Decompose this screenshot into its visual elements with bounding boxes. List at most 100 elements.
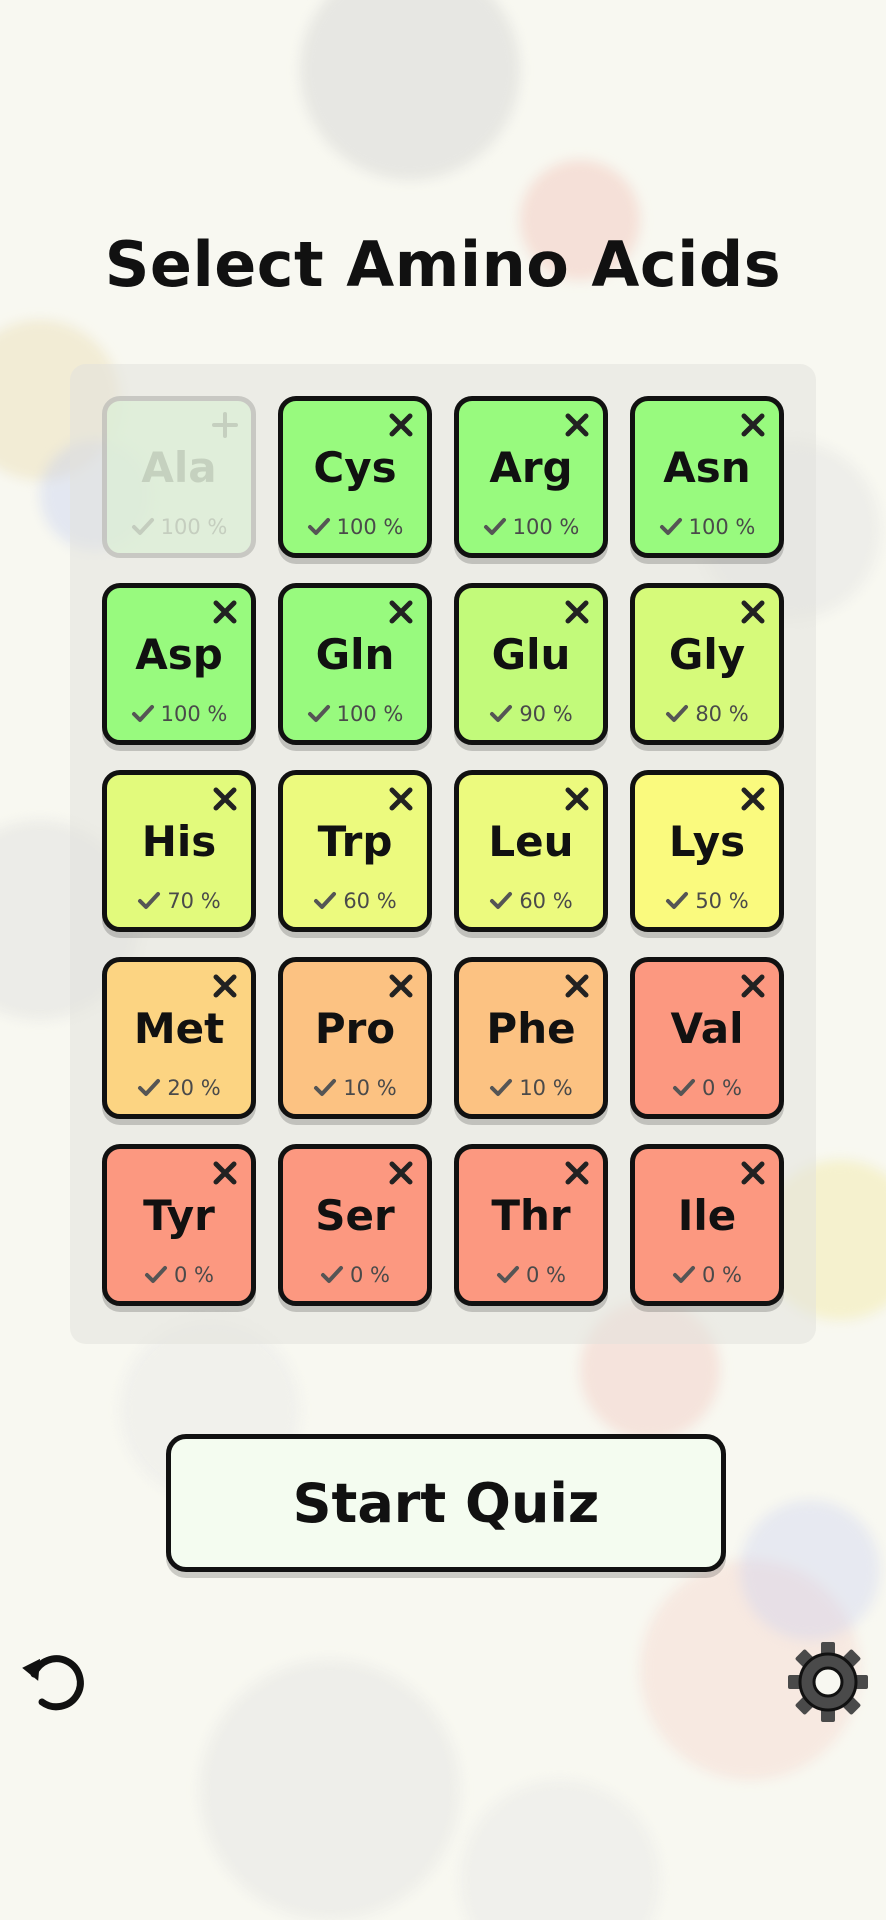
amino-acid-score: 0 %: [459, 1263, 603, 1287]
check-icon: [490, 892, 513, 909]
amino-acid-score: 50 %: [635, 889, 779, 913]
close-icon[interactable]: [211, 1159, 239, 1187]
check-icon: [145, 1266, 167, 1283]
amino-acid-score: 90 %: [459, 702, 603, 726]
amino-acid-tile-asp[interactable]: Asp 100 %: [102, 583, 256, 745]
check-icon: [307, 705, 330, 722]
score-value: 80 %: [695, 702, 749, 726]
amino-acid-name: Asn: [663, 443, 751, 492]
amino-acid-tile-arg[interactable]: Arg 100 %: [454, 396, 608, 558]
amino-acid-tile-pro[interactable]: Pro 10 %: [278, 957, 432, 1119]
amino-acid-name: Ser: [315, 1191, 395, 1240]
amino-acid-tile-ser[interactable]: Ser 0 %: [278, 1144, 432, 1306]
check-icon: [673, 1079, 695, 1096]
score-value: 70 %: [167, 889, 221, 913]
close-icon[interactable]: [563, 1159, 591, 1187]
amino-acid-tile-met[interactable]: Met 20 %: [102, 957, 256, 1119]
score-value: 0 %: [526, 1263, 566, 1287]
score-value: 0 %: [174, 1263, 214, 1287]
amino-acid-score: 0 %: [107, 1263, 251, 1287]
start-quiz-button[interactable]: Start Quiz: [166, 1434, 726, 1572]
amino-acid-score: 100 %: [107, 702, 251, 726]
amino-acid-name: Lys: [668, 817, 746, 866]
amino-acid-name: Gln: [315, 630, 395, 679]
amino-acid-tile-glu[interactable]: Glu 90 %: [454, 583, 608, 745]
amino-acid-score: 0 %: [635, 1076, 779, 1100]
check-icon: [314, 892, 337, 909]
amino-acid-tile-gln[interactable]: Gln 100 %: [278, 583, 432, 745]
check-icon: [490, 705, 513, 722]
close-icon[interactable]: [387, 598, 415, 626]
score-value: 100 %: [688, 515, 756, 539]
check-icon: [673, 1266, 695, 1283]
close-icon[interactable]: [563, 598, 591, 626]
amino-acid-tile-cys[interactable]: Cys 100 %: [278, 396, 432, 558]
amino-acid-tile-val[interactable]: Val 0 %: [630, 957, 784, 1119]
score-value: 90 %: [519, 702, 573, 726]
amino-acid-grid: Ala 100 % Cys 100 % Arg 100 % Asn 100 % Asp 100 %…: [102, 396, 788, 1306]
close-icon[interactable]: [387, 1159, 415, 1187]
amino-acid-tile-phe[interactable]: Phe 10 %: [454, 957, 608, 1119]
plus-icon[interactable]: [211, 411, 239, 439]
amino-acid-tile-ile[interactable]: Ile 0 %: [630, 1144, 784, 1306]
check-icon: [131, 705, 154, 722]
close-icon[interactable]: [739, 785, 767, 813]
close-icon[interactable]: [563, 972, 591, 1000]
amino-acid-name: Cys: [313, 443, 397, 492]
amino-acid-tile-ala[interactable]: Ala 100 %: [102, 396, 256, 558]
amino-acid-tile-leu[interactable]: Leu 60 %: [454, 770, 608, 932]
close-icon[interactable]: [739, 411, 767, 439]
close-icon[interactable]: [211, 598, 239, 626]
amino-acid-tile-thr[interactable]: Thr 0 %: [454, 1144, 608, 1306]
settings-button[interactable]: [786, 1640, 870, 1724]
check-icon: [666, 892, 689, 909]
amino-acid-score: 70 %: [107, 889, 251, 913]
amino-acid-name: Thr: [491, 1191, 571, 1240]
amino-acid-name: Tyr: [143, 1191, 215, 1240]
amino-acid-tile-gly[interactable]: Gly 80 %: [630, 583, 784, 745]
close-icon[interactable]: [211, 972, 239, 1000]
check-icon: [666, 705, 689, 722]
score-value: 10 %: [343, 1076, 397, 1100]
page-title: Select Amino Acids: [104, 228, 782, 301]
close-icon[interactable]: [739, 972, 767, 1000]
close-icon[interactable]: [387, 972, 415, 1000]
amino-acid-score: 20 %: [107, 1076, 251, 1100]
close-icon[interactable]: [563, 785, 591, 813]
undo-icon: [22, 1655, 84, 1711]
amino-acid-name: Asp: [135, 630, 223, 679]
close-icon[interactable]: [563, 411, 591, 439]
score-value: 100 %: [160, 515, 228, 539]
undo-button[interactable]: [18, 1644, 94, 1720]
amino-acid-name: His: [141, 817, 217, 866]
check-icon: [659, 518, 682, 535]
amino-acid-tile-trp[interactable]: Trp 60 %: [278, 770, 432, 932]
amino-acid-score: 100 %: [635, 515, 779, 539]
amino-acid-name: Ile: [677, 1191, 737, 1240]
amino-acid-score: 100 %: [459, 515, 603, 539]
close-icon[interactable]: [387, 785, 415, 813]
close-icon[interactable]: [387, 411, 415, 439]
amino-acid-tile-tyr[interactable]: Tyr 0 %: [102, 1144, 256, 1306]
check-icon: [138, 892, 161, 909]
score-value: 0 %: [702, 1076, 742, 1100]
amino-acid-name: Arg: [489, 443, 573, 492]
amino-acid-score: 100 %: [107, 515, 251, 539]
close-icon[interactable]: [739, 1159, 767, 1187]
amino-acid-score: 0 %: [635, 1263, 779, 1287]
amino-acid-name: Met: [133, 1004, 225, 1053]
amino-acid-tile-lys[interactable]: Lys 50 %: [630, 770, 784, 932]
check-icon: [138, 1079, 161, 1096]
amino-acid-tile-his[interactable]: His 70 %: [102, 770, 256, 932]
gear-icon: [788, 1642, 868, 1722]
amino-acid-score: 0 %: [283, 1263, 427, 1287]
start-quiz-label: Start Quiz: [292, 1471, 600, 1535]
score-value: 60 %: [519, 889, 573, 913]
amino-acid-tile-asn[interactable]: Asn 100 %: [630, 396, 784, 558]
score-value: 10 %: [519, 1076, 573, 1100]
check-icon: [314, 1079, 337, 1096]
score-value: 50 %: [695, 889, 749, 913]
close-icon[interactable]: [211, 785, 239, 813]
close-icon[interactable]: [739, 598, 767, 626]
amino-acid-score: 80 %: [635, 702, 779, 726]
